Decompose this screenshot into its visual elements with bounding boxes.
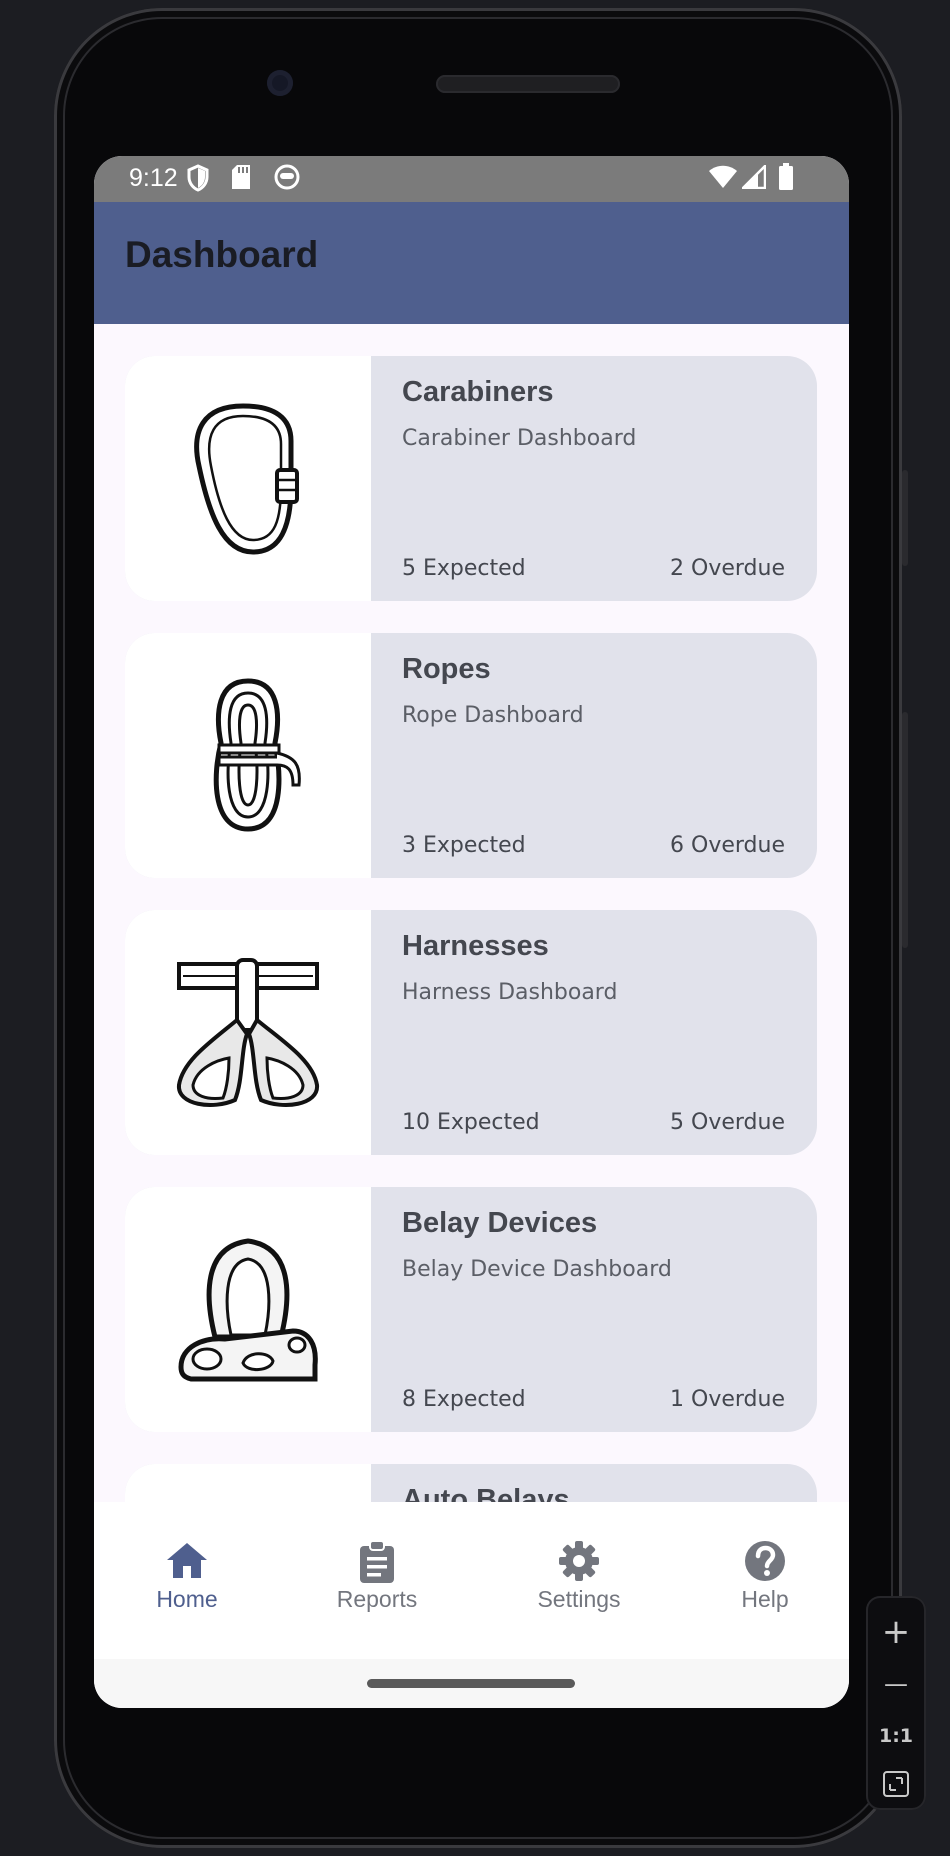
nav-home[interactable]: Home xyxy=(107,1502,267,1659)
zoom-out-icon: — xyxy=(884,1670,908,1698)
nav-label: Help xyxy=(741,1586,789,1612)
card-title: Ropes xyxy=(402,653,491,685)
overdue-count: 6 Overdue xyxy=(670,833,785,858)
nav-settings[interactable]: Settings xyxy=(499,1502,659,1659)
shield-icon xyxy=(187,164,209,192)
wifi-icon xyxy=(709,165,737,188)
top-app-bar: Dashboard xyxy=(94,202,849,324)
nav-help[interactable]: Help xyxy=(685,1502,845,1659)
card-ropes[interactable]: Ropes Rope Dashboard 3 Expected 6 Overdu… xyxy=(125,633,817,878)
card-subtitle: Belay Device Dashboard xyxy=(402,1257,672,1282)
rope-icon xyxy=(213,678,301,832)
card-subtitle: Rope Dashboard xyxy=(402,703,584,728)
expected-count: 10 Expected xyxy=(402,1110,540,1135)
status-time: 9:12 xyxy=(129,164,178,192)
carabiner-icon xyxy=(194,403,299,555)
page-title: Dashboard xyxy=(125,234,319,275)
card-subtitle: Harness Dashboard xyxy=(402,980,618,1005)
card-image xyxy=(125,910,371,1155)
nav-label: Reports xyxy=(336,1586,418,1612)
zoom-out-button[interactable]: — xyxy=(866,1660,926,1708)
card-title: Carabiners xyxy=(402,376,554,408)
help-icon xyxy=(745,1541,785,1581)
fit-screen-icon xyxy=(883,1771,909,1797)
power-button[interactable] xyxy=(902,712,908,948)
front-camera xyxy=(267,70,293,96)
zoom-in-icon: + xyxy=(881,1612,911,1652)
belay-device-icon xyxy=(178,1238,318,1382)
harness-icon xyxy=(177,958,319,1107)
gear-icon xyxy=(559,1541,599,1581)
fit-screen-button[interactable] xyxy=(866,1760,926,1808)
clipboard-icon xyxy=(360,1540,394,1583)
card-belay-devices[interactable]: Belay Devices Belay Device Dashboard 8 E… xyxy=(125,1187,817,1432)
signal-icon xyxy=(742,165,766,189)
earpiece-speaker xyxy=(436,75,620,93)
actual-size-label: 1:1 xyxy=(878,1725,914,1747)
expected-count: 8 Expected xyxy=(402,1387,526,1412)
home-icon xyxy=(167,1543,207,1578)
card-image xyxy=(125,356,371,601)
gesture-handle[interactable] xyxy=(367,1679,575,1688)
actual-size-button[interactable]: 1:1 xyxy=(866,1712,926,1760)
card-title: Belay Devices xyxy=(402,1207,598,1239)
zoom-in-button[interactable]: + xyxy=(866,1608,926,1656)
card-carabiners[interactable]: Carabiners Carabiner Dashboard 5 Expecte… xyxy=(125,356,817,601)
card-image xyxy=(125,1187,371,1432)
status-bar: 9:12 xyxy=(94,156,849,202)
device-screen: 9:12 Dashboard Carabiners Carabiner Dash… xyxy=(94,156,849,1708)
dashboard-list[interactable]: Carabiners Carabiner Dashboard 5 Expecte… xyxy=(94,324,849,1658)
expected-count: 5 Expected xyxy=(402,556,526,581)
bottom-navigation: Home Reports Settings Help xyxy=(94,1502,849,1659)
overdue-count: 5 Overdue xyxy=(670,1110,785,1135)
face-icon xyxy=(274,164,300,190)
battery-icon xyxy=(779,163,793,190)
card-harnesses[interactable]: Harnesses Harness Dashboard 10 Expected … xyxy=(125,910,817,1155)
volume-button[interactable] xyxy=(902,470,908,566)
overdue-count: 1 Overdue xyxy=(670,1387,785,1412)
expected-count: 3 Expected xyxy=(402,833,526,858)
sd-card-icon xyxy=(232,165,250,189)
card-title: Harnesses xyxy=(402,930,549,962)
nav-label: Settings xyxy=(537,1586,621,1612)
card-subtitle: Carabiner Dashboard xyxy=(402,426,637,451)
card-image xyxy=(125,633,371,878)
nav-label: Home xyxy=(156,1586,218,1612)
emulator-toolbar: + — 1:1 xyxy=(866,1596,926,1810)
overdue-count: 2 Overdue xyxy=(670,556,785,581)
nav-reports[interactable]: Reports xyxy=(297,1502,457,1659)
